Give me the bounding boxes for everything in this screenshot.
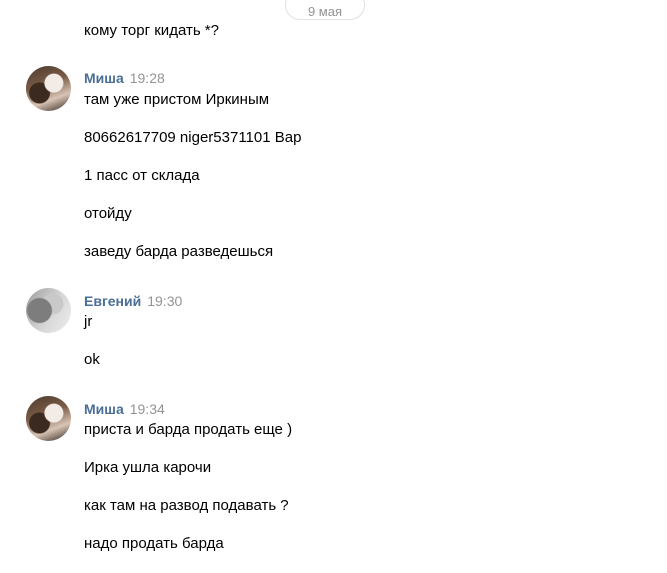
message-text: приста и барда продать еще ): [84, 421, 293, 438]
message-text: кому торг кидать *?: [84, 22, 219, 39]
author-name[interactable]: Миша: [84, 401, 124, 417]
avatar[interactable]: [26, 396, 71, 441]
message-text: ok: [84, 351, 100, 368]
message-header: Евгений 19:30: [84, 292, 182, 310]
author-name[interactable]: Миша: [84, 70, 124, 86]
message-header: Миша 19:34: [84, 400, 165, 418]
chat-history: 9 мая кому торг кидать *? Миша 19:28 там …: [0, 0, 667, 573]
message-text: заведу барда разведешься: [84, 243, 274, 260]
message-text: отойду: [84, 205, 132, 222]
message-text: там уже пристом Иркиным: [84, 91, 270, 108]
message-text: Ирка ушла карочи: [84, 459, 212, 476]
message-time[interactable]: 19:34: [130, 401, 165, 417]
message-text: 1 пасс от склада: [84, 167, 200, 184]
message-text: jr: [84, 313, 93, 330]
avatar[interactable]: [26, 288, 71, 333]
message-text: как там на развод подавать ?: [84, 497, 289, 514]
message-time[interactable]: 19:30: [147, 293, 182, 309]
message-text: 80662617709 niger5371101 Вар: [84, 129, 302, 146]
avatar[interactable]: [26, 66, 71, 111]
author-name[interactable]: Евгений: [84, 293, 141, 309]
message-header: Миша 19:28: [84, 69, 165, 87]
date-separator[interactable]: 9 мая: [285, 0, 365, 20]
message-text: надо продать барда: [84, 535, 224, 552]
message-time[interactable]: 19:28: [130, 70, 165, 86]
